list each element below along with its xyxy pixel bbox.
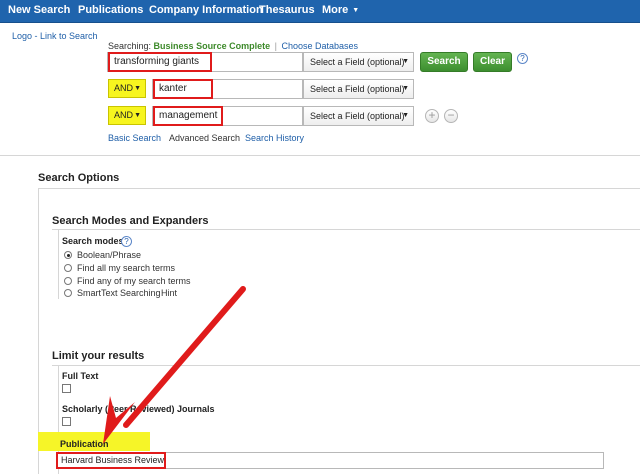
top-nav: New Search Publications Company Informat…: [0, 0, 640, 23]
chevron-down-icon: ▼: [134, 85, 141, 92]
scholarly-checkbox[interactable]: [62, 417, 71, 426]
searching-line: Searching: Business Source Complete | Ch…: [108, 41, 358, 51]
limit-results-title: Limit your results: [52, 350, 145, 362]
search-modes-label: Search modes: [62, 236, 124, 246]
divider: [38, 188, 640, 189]
full-text-label: Full Text: [62, 371, 99, 381]
field-select-2-label: Select a Field (optional): [310, 84, 405, 94]
radio-find-any[interactable]: [64, 277, 72, 285]
radio-label-find-all: Find all my search terms: [77, 263, 176, 273]
bool-select-3-label: AND: [114, 110, 134, 120]
separator: |: [274, 41, 277, 51]
field-select-1[interactable]: Select a Field (optional) ▼: [303, 52, 414, 72]
radio-label-boolean-phrase: Boolean/Phrase: [77, 250, 142, 260]
chevron-down-icon: ▼: [402, 112, 409, 119]
publication-label: Publication: [60, 439, 109, 449]
advanced-search-label: Advanced Search: [169, 133, 241, 143]
divider: [52, 229, 640, 230]
nav-new-search[interactable]: New Search: [8, 4, 70, 16]
divider: [52, 365, 640, 366]
search-input-2[interactable]: kanter: [152, 79, 303, 99]
divider: [0, 155, 640, 156]
nav-thesaurus[interactable]: Thesaurus: [259, 4, 315, 16]
search-term-2: kanter: [153, 79, 213, 99]
bool-select-3[interactable]: AND ▼: [108, 106, 146, 125]
bool-select-2-label: AND: [114, 83, 134, 93]
radio-boolean-phrase[interactable]: [64, 251, 72, 259]
searching-prefix: Searching:: [108, 41, 152, 51]
search-history-link[interactable]: Search History: [245, 133, 304, 143]
nav-company-information[interactable]: Company Information: [149, 4, 263, 16]
search-options-title: Search Options: [38, 172, 120, 184]
chevron-down-icon: ▼: [402, 58, 409, 65]
divider: [58, 229, 59, 299]
scholarly-label: Scholarly (Peer Reviewed) Journals: [62, 404, 215, 414]
field-select-1-label: Select a Field (optional): [310, 57, 405, 67]
logo-link[interactable]: Logo - Link to Search: [12, 31, 98, 41]
database-name: Business Source Complete: [153, 41, 271, 51]
search-button[interactable]: Search: [420, 52, 468, 72]
search-term-1: transforming giants: [108, 52, 212, 72]
field-select-3[interactable]: Select a Field (optional) ▼: [303, 106, 414, 126]
field-select-2[interactable]: Select a Field (optional) ▼: [303, 79, 414, 99]
search-input-1[interactable]: transforming giants: [107, 52, 303, 72]
chevron-down-icon: ▼: [402, 85, 409, 92]
field-select-3-label: Select a Field (optional): [310, 111, 405, 121]
help-icon[interactable]: ?: [121, 236, 132, 247]
radio-label-smarttext: SmartText Searching: [77, 288, 161, 298]
nav-more[interactable]: More ▼: [322, 4, 359, 16]
chevron-down-icon: ▼: [134, 112, 141, 119]
hint-link[interactable]: Hint: [161, 288, 177, 298]
search-input-3[interactable]: management: [152, 106, 303, 126]
add-row-icon[interactable]: +: [425, 109, 439, 123]
basic-search-link[interactable]: Basic Search: [108, 133, 161, 143]
radio-smarttext[interactable]: [64, 289, 72, 297]
nav-more-label: More: [322, 4, 349, 16]
search-modes-title: Search Modes and Expanders: [52, 215, 209, 227]
search-term-3: management: [153, 106, 223, 126]
clear-button[interactable]: Clear: [473, 52, 512, 72]
chevron-down-icon: ▼: [352, 7, 360, 14]
remove-row-icon[interactable]: −: [444, 109, 458, 123]
bool-select-2[interactable]: AND ▼: [108, 79, 146, 98]
choose-databases-link[interactable]: Choose Databases: [281, 41, 358, 51]
publication-input[interactable]: Harvard Business Review: [56, 452, 604, 469]
help-icon[interactable]: ?: [517, 53, 528, 64]
publication-value: Harvard Business Review: [56, 452, 166, 469]
radio-label-find-any: Find any of my search terms: [77, 276, 191, 286]
radio-find-all[interactable]: [64, 264, 72, 272]
nav-publications[interactable]: Publications: [78, 4, 143, 16]
page: New Search Publications Company Informat…: [0, 0, 640, 474]
full-text-checkbox[interactable]: [62, 384, 71, 393]
